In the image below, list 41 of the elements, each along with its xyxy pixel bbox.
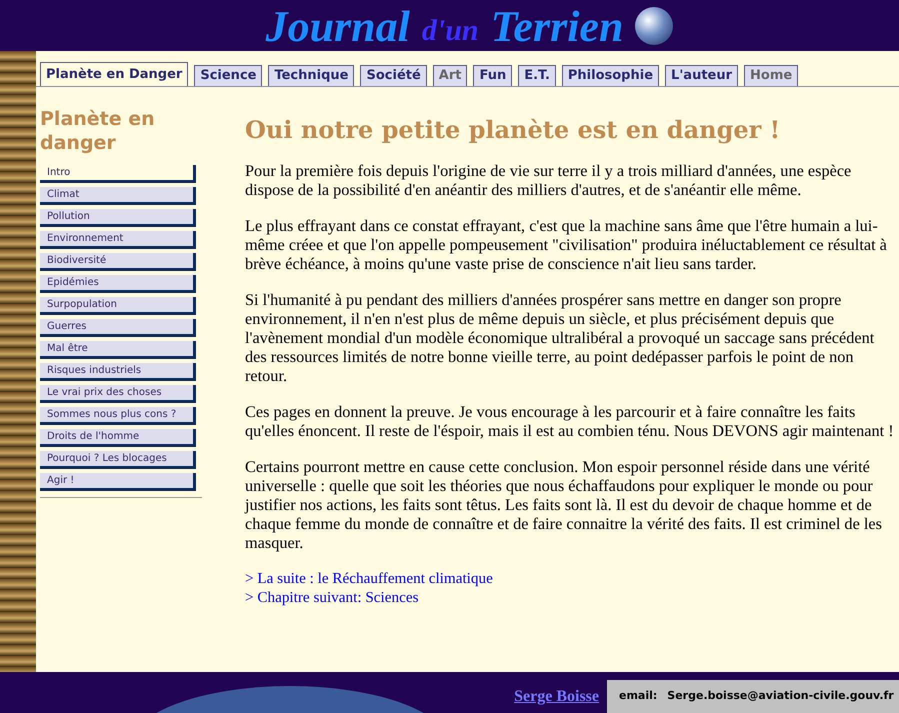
- sidebar-menu-item[interactable]: Pollution: [40, 209, 196, 227]
- author-link[interactable]: Serge Boisse: [514, 685, 599, 709]
- logo-text: d'un: [422, 13, 479, 49]
- article-title: Oui notre petite planète est en danger !: [245, 115, 782, 145]
- sidebar-menu-item[interactable]: Epidémies: [40, 275, 196, 293]
- sidebar-menu-item[interactable]: Sommes nous plus cons ?: [40, 407, 196, 425]
- chapter-link[interactable]: > La suite : le Réchauffement climatique: [245, 569, 493, 588]
- sidebar-menu-item[interactable]: Pourquoi ? Les blocages: [40, 451, 196, 469]
- nav-tab[interactable]: Science: [194, 65, 262, 86]
- nav-tab[interactable]: Fun: [473, 65, 512, 86]
- sidebar-menu-item[interactable]: Surpopulation: [40, 297, 196, 315]
- sidebar-menu-item[interactable]: Risques industriels: [40, 363, 196, 381]
- sidebar-menu-item[interactable]: Le vrai prix des choses: [40, 385, 196, 403]
- nav-tab[interactable]: Home: [744, 65, 798, 86]
- logo-text: Terrien: [490, 3, 624, 51]
- sidebar-menu-item[interactable]: Guerres: [40, 319, 196, 337]
- article-paragraph: Certains pourront mettre en cause cette conclusion. Mon espoir personnel réside dans une vérité universelle : quelle que soit les théories que nous échaffaudons pour expliquer le monde ou pour justifier nos actions, les faits sont têtus. Les faits sont là. Il est du devoir de chaque homme et de chaque femme du monde de connaître et de faire connaitre la vérité des faits. Il est criminel de les masquer.: [245, 457, 883, 552]
- sidebar-menu-item[interactable]: Intro: [40, 165, 196, 183]
- sidebar-menu-item[interactable]: Agir !: [40, 473, 196, 491]
- article-paragraph: Le plus effrayant dans ce constat effrayant, c'est que la machine sans âme que l'être humain a lui-même créee et que l'on appelle pompeusement "civilisation" produira inéluctablement ce résultat à brève échéance, à moins qu'une vaste prise de conscience n'ait lieu sans tarder.: [245, 216, 888, 273]
- chapter-link[interactable]: > Chapitre suivant: Sciences: [245, 588, 418, 607]
- nav-tab[interactable]: Société: [360, 65, 427, 86]
- logo-text: Journal: [266, 3, 410, 51]
- nav-tab[interactable]: Philosophie: [562, 65, 660, 86]
- sidebar-menu-item[interactable]: Climat: [40, 187, 196, 205]
- globe-icon: [635, 6, 674, 44]
- article-paragraph: Ces pages en donnent la preuve. Je vous encourage à les parcourir et à faire connaître les faits qu'elles énoncent. Il reste de l'éspoir, mais il est au combien ténu. Nous DEVONS agir maintenant !: [245, 402, 895, 440]
- sidebar-menu-item[interactable]: Environnement: [40, 231, 196, 249]
- email-address: Serge.boisse@aviation-civile.gouv.fr: [667, 688, 894, 704]
- nav-tab[interactable]: Planète en Danger: [40, 62, 188, 86]
- sidebar-menu-item[interactable]: Droits de l'homme: [40, 429, 196, 447]
- nav-tab[interactable]: L'auteur: [665, 65, 738, 86]
- article-paragraph: Si l'humanité à pu pendant des milliers d'années prospérer sans mettre en danger son propre environnement, il n'en n'est plus de même depuis un siècle, et plus précisément depuis que l'avènement mondial d'un modèle économique ultralibéral a provoqué un saccage sans précédent des ressources limités de notre bonne vieille terre, au point dedépasser parfois le point de non retour.: [245, 290, 876, 385]
- sidebar-menu-item[interactable]: Mal être: [40, 341, 196, 359]
- nav-tab[interactable]: E.T.: [518, 65, 556, 86]
- sidebar-menu-item[interactable]: Biodiversité: [40, 253, 196, 271]
- article-paragraph: Pour la première fois depuis l'origine de vie sur terre il y a trois milliard d'années, une espèce dispose de la possibilité d'en anéantir des milliers d'autres, et de s'anéantir elle même.: [245, 161, 852, 199]
- nav-tab[interactable]: Technique: [268, 65, 354, 86]
- nav-tab[interactable]: Art: [432, 65, 468, 86]
- email-label: email:: [619, 688, 658, 704]
- sidebar-title: Planète en danger: [40, 107, 156, 156]
